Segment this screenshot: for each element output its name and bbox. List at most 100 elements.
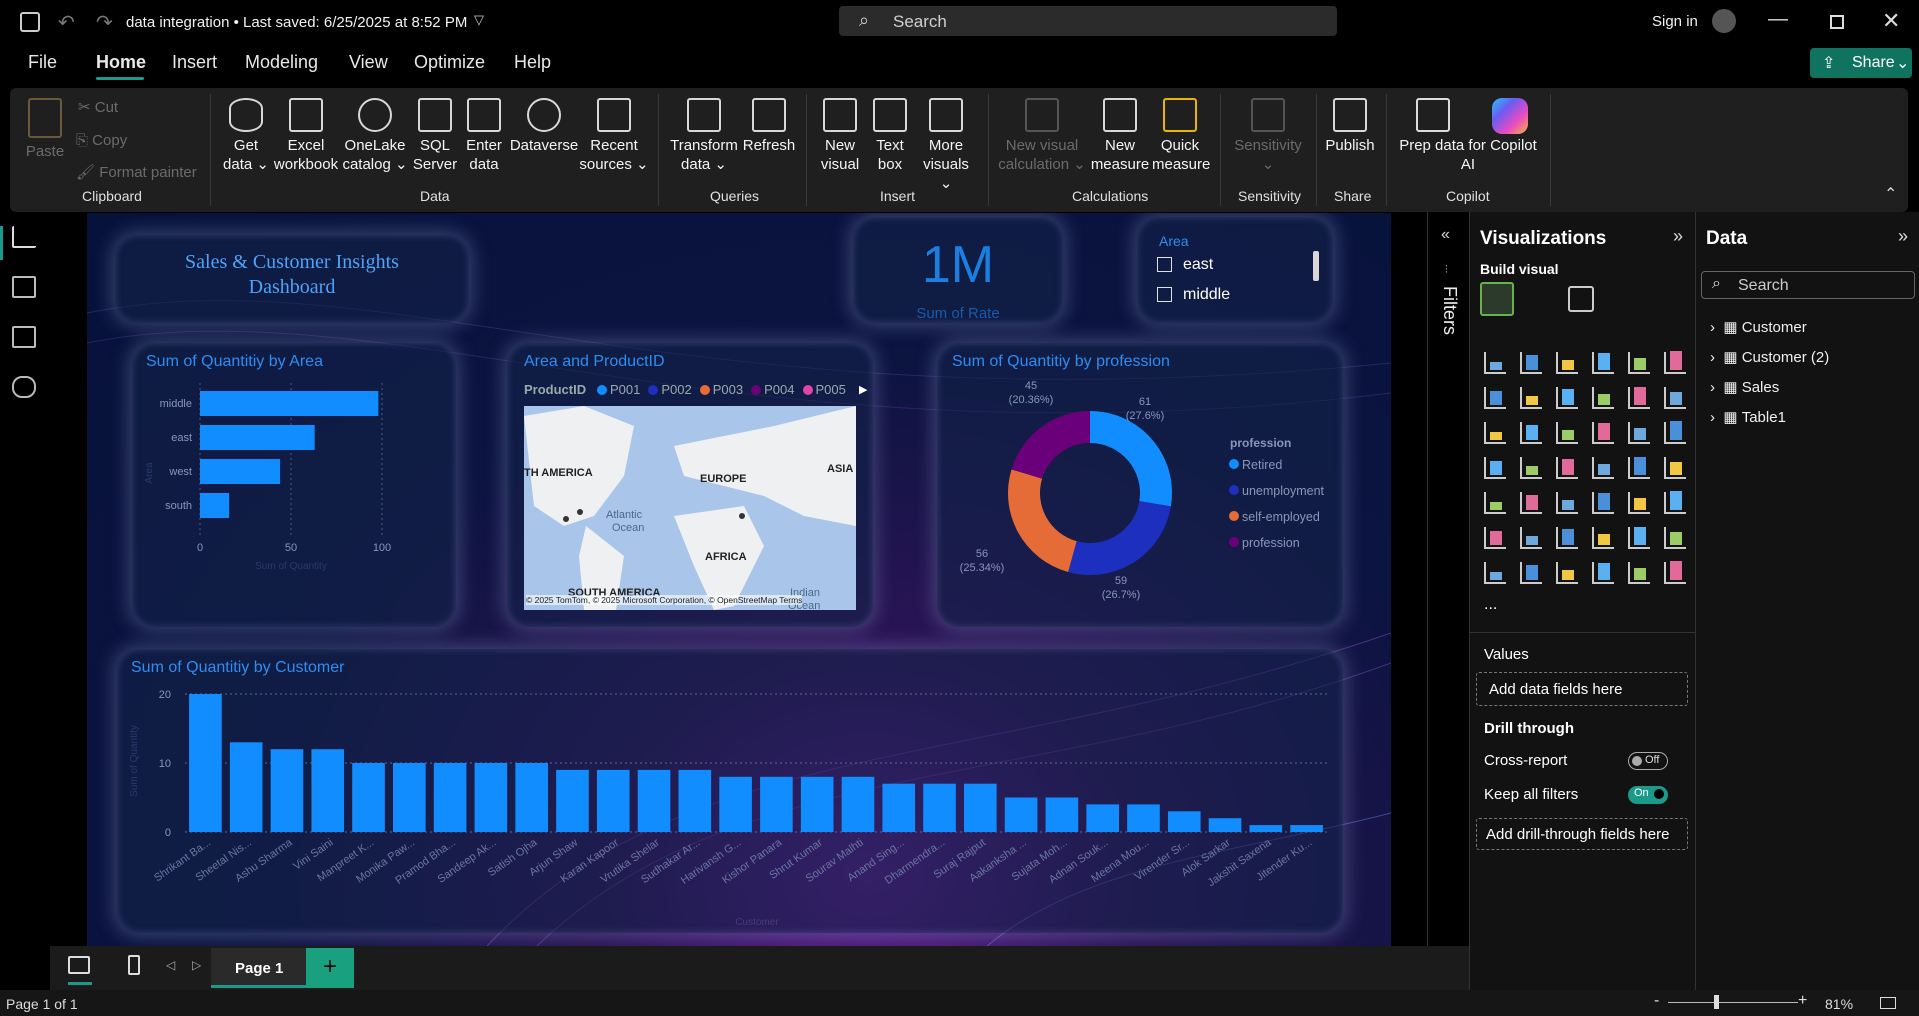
quantity-by-area-card[interactable]: Sum of Quantitiy by Area 0 50 100 middle eas…	[132, 343, 456, 627]
bar-Satish Ojha[interactable]	[515, 763, 548, 832]
bar-Pramod Bha...[interactable]	[433, 763, 467, 832]
bar-middle[interactable]	[200, 391, 379, 416]
legend-item-P001[interactable]: P001	[597, 382, 640, 397]
bar-east[interactable]	[200, 425, 315, 450]
bar-Ashu Sharma[interactable]	[270, 749, 304, 832]
fit-to-page-icon[interactable]	[1880, 997, 1896, 1009]
new-visual-calculation-button[interactable]: New visual calculation ⌄	[996, 98, 1088, 174]
sql-server-button[interactable]: SQL Server	[410, 98, 460, 174]
table-table1[interactable]: › ▦ Table1	[1710, 408, 1786, 426]
bar-Jakshit Saxena[interactable]	[1249, 825, 1283, 832]
visual-type-icon[interactable]	[1664, 491, 1686, 514]
title-card[interactable]: Sales & Customer Insights Dashboard	[115, 235, 469, 323]
quick-measure-button[interactable]: Quick measure	[1152, 98, 1210, 174]
bar-Arjun Shaw[interactable]	[556, 769, 589, 832]
visual-type-icon[interactable]	[1556, 562, 1578, 584]
slicer-item-east[interactable]: east	[1183, 256, 1213, 274]
visual-type-icon[interactable]	[1664, 421, 1686, 444]
map-point[interactable]	[577, 509, 583, 515]
redo-icon[interactable]: ↷	[96, 10, 113, 35]
previous-page-icon[interactable]: ◁	[166, 958, 175, 972]
map-point[interactable]	[563, 516, 569, 522]
bar-Harivansh G...[interactable]	[719, 776, 752, 832]
undo-icon[interactable]: ↶	[58, 10, 75, 35]
onelake-catalog-button[interactable]: OneLake catalog ⌄	[342, 98, 408, 174]
bar-Sourav Malhti[interactable]	[841, 776, 875, 832]
desktop-layout-icon[interactable]	[68, 956, 90, 974]
visual-type-icon[interactable]	[1520, 387, 1542, 409]
map-card[interactable]: Area and ProductID ProductID P001 P002 P00…	[507, 343, 873, 627]
bar-Sandeep Ak...[interactable]	[474, 763, 508, 832]
tab-modeling[interactable]: Modeling	[245, 52, 318, 73]
visual-type-icon[interactable]	[1556, 457, 1578, 479]
visual-type-icon[interactable]	[1556, 527, 1578, 549]
legend-item-P002[interactable]: P002	[648, 382, 692, 397]
report-view-icon[interactable]	[12, 226, 36, 248]
save-icon[interactable]	[20, 12, 40, 32]
dataverse-button[interactable]: Dataverse	[508, 98, 580, 155]
quantity-by-profession-card[interactable]: Sum of Quantitiy by profession 61 (27.6%)…	[937, 343, 1343, 627]
bar-Dharmendra...[interactable]	[923, 783, 956, 832]
donut-slice-Retired[interactable]	[1090, 411, 1172, 507]
more-visuals-ellipsis[interactable]: ...	[1484, 596, 1497, 614]
recent-sources-button[interactable]: Recent sources ⌄	[578, 98, 650, 174]
visual-type-icon[interactable]	[1556, 492, 1578, 514]
tab-view[interactable]: View	[349, 52, 388, 73]
zoom-out-button[interactable]: -	[1654, 992, 1659, 1010]
bar-Sudhakar Ar...[interactable]	[678, 769, 712, 832]
visual-type-icon[interactable]	[1592, 352, 1614, 374]
visual-type-icon[interactable]	[1592, 387, 1614, 409]
bar-Vini Saini[interactable]	[311, 749, 345, 832]
visual-type-icon[interactable]	[1484, 492, 1506, 514]
cut-button[interactable]: ✂ Cut	[78, 98, 118, 116]
chevron-down-icon[interactable]: ▽	[474, 12, 484, 28]
drill-through-drop-zone[interactable]: Add drill-through fields here	[1476, 818, 1688, 850]
visual-type-icon[interactable]	[1592, 457, 1614, 479]
sensitivity-button[interactable]: Sensitivity ⌄	[1228, 98, 1308, 174]
bar-west[interactable]	[200, 459, 281, 484]
visual-type-icon[interactable]	[1592, 527, 1614, 549]
table-sales[interactable]: › ▦ Sales	[1710, 378, 1779, 396]
legend-item-P004[interactable]: P004	[751, 382, 795, 397]
visual-type-icon[interactable]	[1556, 352, 1578, 374]
dax-query-view-icon[interactable]	[12, 376, 36, 398]
visual-type-icon[interactable]	[1628, 562, 1650, 584]
tab-help[interactable]: Help	[514, 52, 551, 73]
bar-Sujata Moh...[interactable]	[1045, 797, 1079, 833]
build-visual-tab-icon[interactable]	[1480, 282, 1514, 316]
map-point[interactable]	[739, 513, 745, 519]
map-attribution[interactable]: © 2025 TomTom, © 2025 Microsoft Corporat…	[526, 595, 803, 605]
zoom-in-button[interactable]: +	[1798, 992, 1807, 1010]
donut-slice-unemployment[interactable]	[1068, 501, 1171, 575]
bar-Virender Sr...[interactable]	[1167, 811, 1201, 832]
bar-Suraj Rajput[interactable]	[964, 783, 997, 832]
visual-type-icon[interactable]	[1520, 527, 1542, 549]
visual-type-icon[interactable]	[1592, 562, 1614, 584]
close-icon[interactable]: ✕	[1882, 8, 1900, 34]
visual-type-icon[interactable]	[1628, 492, 1650, 514]
bar-Jitender Ku...[interactable]	[1290, 825, 1323, 832]
slicer-item-middle[interactable]: middle	[1183, 286, 1230, 304]
paste-button[interactable]: Paste	[22, 98, 68, 161]
donut-slice-self-employed[interactable]	[1008, 469, 1077, 573]
data-search-input[interactable]: ⌕ Search	[1701, 271, 1915, 299]
slicer-scrollbar[interactable]	[1313, 251, 1319, 281]
more-visuals-button[interactable]: More visuals ⌄	[916, 98, 976, 193]
tab-home[interactable]: Home	[96, 52, 146, 73]
visual-type-icon[interactable]	[1592, 492, 1614, 514]
visual-type-icon[interactable]	[1628, 387, 1650, 409]
visual-type-icon[interactable]	[1664, 351, 1686, 374]
search-input[interactable]: ⌕ Search	[839, 6, 1337, 36]
legend-item-P005[interactable]: P005	[802, 382, 846, 397]
slicer-checkbox-middle[interactable]	[1157, 287, 1172, 302]
tab-optimize[interactable]: Optimize	[414, 52, 485, 73]
expand-filters-icon[interactable]: «	[1441, 226, 1450, 244]
tab-insert[interactable]: Insert	[172, 52, 217, 73]
bar-Manpreet K...[interactable]	[352, 763, 385, 832]
zoom-slider-thumb[interactable]	[1714, 995, 1719, 1009]
format-painter-button[interactable]: 🖌 Format painter	[76, 163, 197, 181]
refresh-button[interactable]: Refresh	[740, 98, 798, 155]
table-customer[interactable]: › ▦ Customer	[1710, 318, 1807, 336]
bar-Meena Mou...[interactable]	[1127, 804, 1160, 832]
zoom-slider[interactable]	[1668, 1002, 1798, 1003]
